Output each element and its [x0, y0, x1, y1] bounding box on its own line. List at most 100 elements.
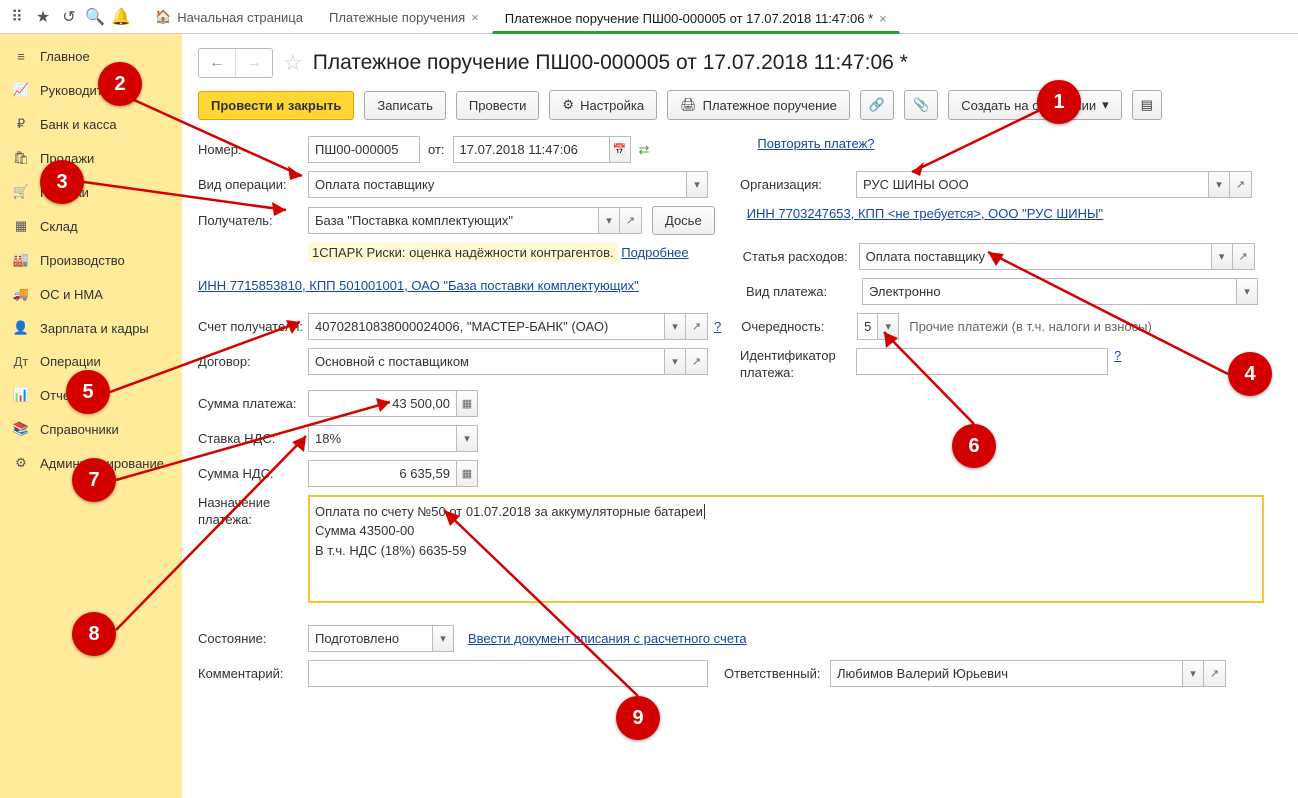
inn-link[interactable]: ИНН 7703247653, КПП <не требуется>, ООО …: [747, 206, 1103, 221]
sidebar-item-catalogs[interactable]: 📚Справочники: [0, 412, 182, 446]
annotation-3: 3: [40, 160, 84, 204]
contract-input[interactable]: Основной с поставщиком: [308, 348, 664, 375]
dropdown-icon[interactable]: ▾: [1236, 278, 1258, 305]
amount-input[interactable]: 43 500,00: [308, 390, 456, 417]
vatrate-label: Ставка НДС:: [198, 431, 308, 446]
dropdown-icon[interactable]: ▾: [877, 313, 899, 340]
enter-doc-link[interactable]: Ввести документ списания с расчетного сч…: [468, 631, 747, 646]
back-icon[interactable]: ←: [199, 49, 235, 77]
open-icon[interactable]: ↗: [1233, 243, 1255, 270]
number-label: Номер:: [198, 142, 308, 157]
optype-label: Вид операции:: [198, 177, 308, 192]
spark-more-link[interactable]: Подробнее: [621, 245, 688, 260]
close-icon[interactable]: ×: [879, 11, 887, 26]
responsible-input[interactable]: Любимов Валерий Юрьевич: [830, 660, 1182, 687]
dropdown-icon[interactable]: ▾: [1182, 660, 1204, 687]
status-label: Состояние:: [198, 631, 308, 646]
dropdown-icon[interactable]: ▾: [686, 171, 708, 198]
expense-input[interactable]: Оплата поставщику: [859, 243, 1211, 270]
sidebar-item-manager[interactable]: 📈Руководителю: [0, 73, 182, 107]
save-button[interactable]: Записать: [364, 91, 446, 120]
amount-label: Сумма платежа:: [198, 396, 308, 411]
vatsum-label: Сумма НДС:: [198, 466, 308, 481]
forward-icon: →: [235, 49, 272, 77]
dossier-button[interactable]: Досье: [652, 206, 715, 235]
vatsum-input[interactable]: 6 635,59: [308, 460, 456, 487]
link-button[interactable]: 🔗: [860, 90, 894, 120]
sidebar-item-production[interactable]: 🏭Производство: [0, 243, 182, 277]
priority-label: Очередность:: [741, 319, 857, 334]
annotation-2: 2: [98, 62, 142, 106]
dropdown-icon[interactable]: ▾: [598, 207, 620, 234]
annotation-6: 6: [952, 424, 996, 468]
close-icon[interactable]: ×: [471, 10, 479, 25]
spark-text: 1СПАРК Риски: оценка надёжности контраге…: [308, 243, 618, 262]
process-close-button[interactable]: Провести и закрыть: [198, 91, 354, 120]
date-input[interactable]: 17.07.2018 11:47:06: [453, 136, 609, 163]
org-label: Организация:: [740, 177, 856, 192]
paytype-input[interactable]: Электронно: [862, 278, 1236, 305]
repeat-payment-link[interactable]: Повторять платеж?: [757, 136, 874, 151]
tab-home[interactable]: 🏠 Начальная страница: [142, 0, 316, 33]
help-icon[interactable]: ?: [1114, 348, 1121, 363]
purpose-label: Назначение платежа:: [198, 495, 308, 529]
annotation-4: 4: [1228, 352, 1272, 396]
sidebar-item-purchases[interactable]: 🛒Покупки: [0, 175, 182, 209]
priority-input[interactable]: 5: [857, 313, 877, 340]
optype-input[interactable]: Оплата поставщику: [308, 171, 686, 198]
rcpt-account-label: Счет получателя:: [198, 319, 308, 334]
search-icon[interactable]: 🔍: [82, 7, 108, 27]
nav-buttons[interactable]: ← →: [198, 48, 273, 78]
tab-document[interactable]: Платежное поручение ПШ00-000005 от 17.07…: [492, 2, 900, 34]
apps-icon[interactable]: ⠿: [4, 7, 30, 27]
repeat-icon[interactable]: ⇄: [639, 142, 650, 158]
favorite-icon[interactable]: ☆: [283, 50, 303, 76]
open-icon[interactable]: ↗: [620, 207, 642, 234]
annotation-9: 9: [616, 696, 660, 740]
dropdown-icon[interactable]: ▾: [1208, 171, 1230, 198]
attach-button[interactable]: 📎: [904, 90, 938, 120]
expense-label: Статья расходов:: [743, 249, 859, 264]
create-based-button[interactable]: Создать на основании ▾: [948, 90, 1121, 120]
org-input[interactable]: РУС ШИНЫ ООО: [856, 171, 1208, 198]
annotation-7: 7: [72, 458, 116, 502]
sidebar-item-sales[interactable]: 🛍Продажи: [0, 141, 182, 175]
open-icon[interactable]: ↗: [686, 313, 708, 340]
star-icon[interactable]: ★: [30, 7, 56, 27]
help-icon[interactable]: ?: [714, 319, 721, 334]
bell-icon[interactable]: 🔔: [108, 7, 134, 27]
number-input[interactable]: ПШ00-000005: [308, 136, 420, 163]
dropdown-icon[interactable]: ▾: [664, 313, 686, 340]
paytype-label: Вид платежа:: [746, 284, 862, 299]
settings-button[interactable]: ⚙Настройка: [549, 90, 657, 120]
payident-input[interactable]: [856, 348, 1108, 375]
dropdown-icon[interactable]: ▾: [664, 348, 686, 375]
list-button[interactable]: ▤: [1132, 90, 1162, 120]
open-icon[interactable]: ↗: [1204, 660, 1226, 687]
comment-input[interactable]: [308, 660, 708, 687]
purpose-textarea[interactable]: Оплата по счету №50 от 01.07.2018 за акк…: [308, 495, 1264, 603]
payer-inn-link[interactable]: ИНН 7715853810, КПП 501001001, ОАО "База…: [198, 278, 639, 293]
sidebar-item-main[interactable]: ≡Главное: [0, 40, 182, 73]
history-icon[interactable]: ↺: [56, 7, 82, 27]
rcpt-account-input[interactable]: 40702810838000024006, "МАСТЕР-БАНК" (ОАО…: [308, 313, 664, 340]
print-button[interactable]: 🖨Платежное поручение: [667, 90, 850, 120]
process-button[interactable]: Провести: [456, 91, 540, 120]
sidebar-item-assets[interactable]: 🚚ОС и НМА: [0, 277, 182, 311]
status-input[interactable]: Подготовлено: [308, 625, 432, 652]
sidebar-item-warehouse[interactable]: ▦Склад: [0, 209, 182, 243]
vatrate-input[interactable]: 18%: [308, 425, 456, 452]
calendar-icon[interactable]: 📅: [609, 136, 631, 163]
recipient-input[interactable]: База "Поставка комплектующих": [308, 207, 598, 234]
dropdown-icon[interactable]: ▾: [456, 425, 478, 452]
open-icon[interactable]: ↗: [686, 348, 708, 375]
sidebar-item-bank[interactable]: ₽Банк и касса: [0, 107, 182, 141]
calculator-icon[interactable]: ▦: [456, 460, 478, 487]
tab-list[interactable]: Платежные поручения×: [316, 1, 492, 33]
annotation-5: 5: [66, 370, 110, 414]
sidebar-item-hr[interactable]: 👤Зарплата и кадры: [0, 311, 182, 345]
dropdown-icon[interactable]: ▾: [432, 625, 454, 652]
dropdown-icon[interactable]: ▾: [1211, 243, 1233, 270]
calculator-icon[interactable]: ▦: [456, 390, 478, 417]
open-icon[interactable]: ↗: [1230, 171, 1252, 198]
